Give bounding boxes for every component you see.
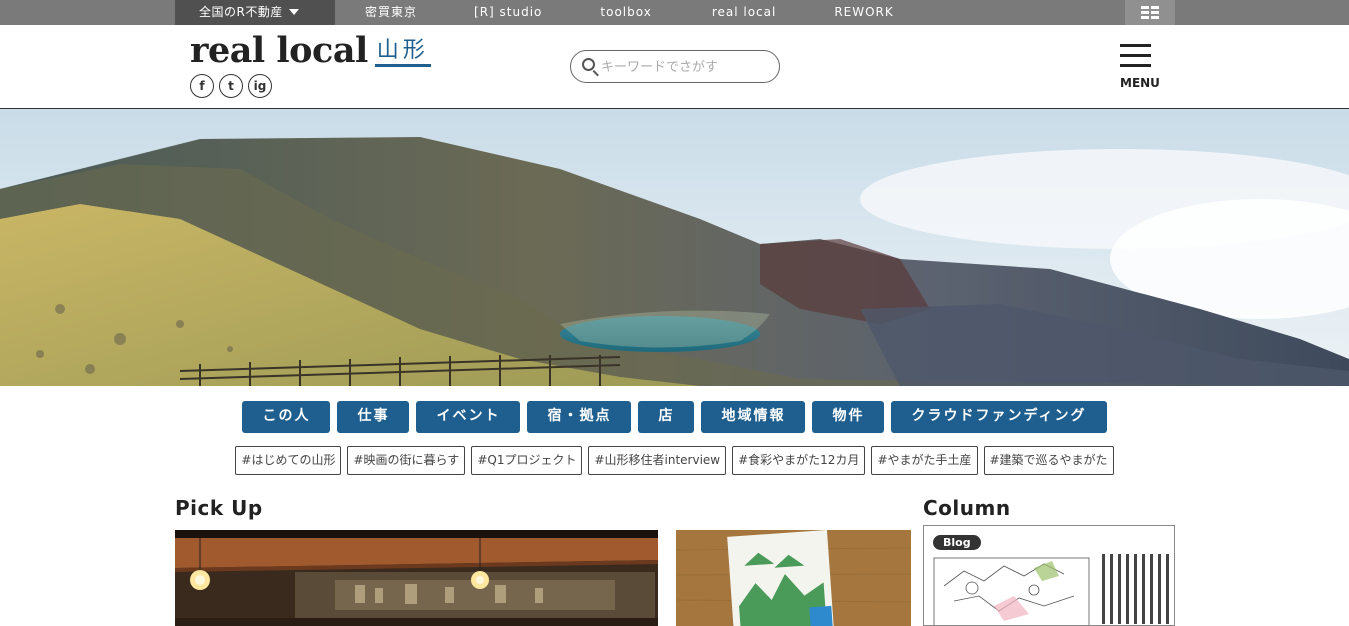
caret-down-icon (288, 9, 299, 15)
category-shop[interactable]: 店 (638, 401, 695, 433)
network-dropdown[interactable]: 全国のR不動産 (175, 0, 335, 25)
sites-grid-button[interactable] (1125, 0, 1175, 25)
site-header: real local 山形 f t ig MENU (0, 25, 1349, 109)
category-lodging[interactable]: 宿・拠点 (527, 401, 632, 433)
menu-button[interactable]: MENU (1117, 44, 1160, 92)
column-title: Column (923, 496, 1011, 520)
category-property[interactable]: 物件 (812, 401, 885, 433)
search-input[interactable] (601, 56, 771, 78)
network-link-r-studio[interactable]: [R] studio (474, 0, 542, 25)
hamburger-icon-bar (1120, 54, 1151, 57)
category-nav: この人 仕事 イベント 宿・拠点 店 地域情報 物件 クラウドファンディング (0, 401, 1349, 433)
tag-link[interactable]: #食彩やまがた12カ月 (732, 446, 866, 475)
network-link-rework[interactable]: REWORK (834, 0, 893, 25)
site-logo[interactable]: real local 山形 (190, 31, 431, 71)
tag-link[interactable]: #山形移住者interview (588, 446, 727, 475)
network-link-real-local[interactable]: real local (712, 0, 777, 25)
network-link-toolbox[interactable]: toolbox (600, 0, 651, 25)
network-link-mitsubai[interactable]: 密買東京 (365, 0, 417, 25)
hamburger-icon-bar (1120, 64, 1151, 67)
network-bar: 全国のR不動産 密買東京 [R] studio toolbox real loc… (0, 0, 1349, 25)
category-crowdfunding[interactable]: クラウドファンディング (891, 401, 1107, 433)
pickup-title: Pick Up (175, 496, 263, 520)
tag-link[interactable]: #建築で巡るやまがた (983, 446, 1114, 475)
pickup-card-book[interactable] (676, 530, 911, 626)
facebook-icon[interactable]: f (190, 74, 214, 98)
pickup-image-book (676, 530, 911, 626)
network-links: 密買東京 [R] studio toolbox real local REWOR… (335, 0, 894, 25)
column-badge: Blog (933, 535, 981, 550)
search-icon (582, 58, 595, 71)
pickup-image-restaurant (175, 530, 658, 626)
search-box (570, 50, 780, 83)
hero-image (0, 109, 1349, 386)
grid-icon (1141, 6, 1159, 19)
category-area-info[interactable]: 地域情報 (701, 401, 806, 433)
instagram-icon[interactable]: ig (248, 74, 272, 98)
column-card[interactable]: Blog (923, 525, 1175, 626)
logo-brand: real local (190, 30, 368, 71)
tag-link[interactable]: #Q1プロジェクト (471, 446, 583, 475)
menu-label: MENU (1120, 76, 1160, 90)
twitter-icon[interactable]: t (219, 74, 243, 98)
category-this-person[interactable]: この人 (242, 401, 331, 433)
network-dropdown-label: 全国のR不動産 (199, 5, 283, 19)
hamburger-icon (1120, 44, 1151, 47)
category-event[interactable]: イベント (416, 401, 521, 433)
tag-list: #はじめての山形 #映画の街に暮らす #Q1プロジェクト #山形移住者inter… (0, 446, 1349, 475)
social-links: f t ig (190, 74, 272, 98)
pickup-card-main[interactable] (175, 530, 658, 626)
tag-link[interactable]: #映画の街に暮らす (347, 446, 466, 475)
logo-area: 山形 (374, 38, 431, 67)
category-job[interactable]: 仕事 (337, 401, 410, 433)
tag-link[interactable]: #やまがた手土産 (871, 446, 978, 475)
tag-link[interactable]: #はじめての山形 (235, 446, 342, 475)
